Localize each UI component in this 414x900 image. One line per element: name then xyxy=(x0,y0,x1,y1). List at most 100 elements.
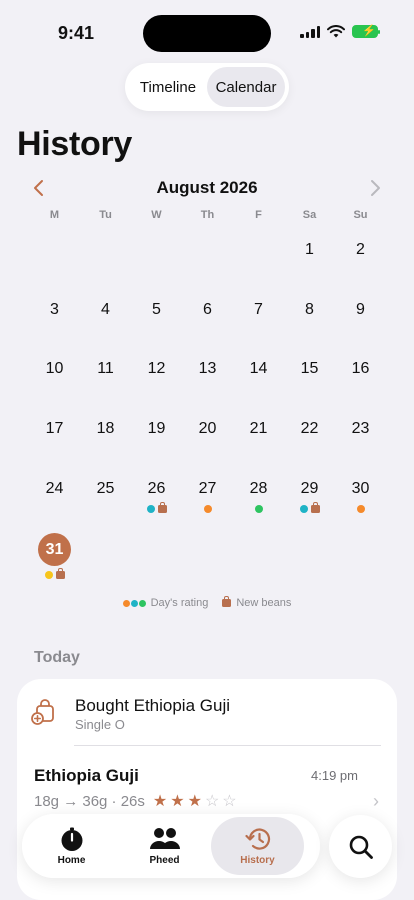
tab-home[interactable]: Home xyxy=(25,817,118,875)
calendar-day-number: 4 xyxy=(101,300,110,318)
calendar-day-marks xyxy=(44,568,65,580)
calendar-day-number: 14 xyxy=(249,360,268,378)
brew-rating-stars: ★ ★ ★ ☆ ☆ xyxy=(153,791,237,811)
tab-bar: Home Pheed History xyxy=(22,814,320,878)
tab-pheed[interactable]: Pheed xyxy=(118,817,211,875)
view-mode-segmented-control: Timeline Calendar xyxy=(125,63,289,111)
weekday-label: W xyxy=(151,209,162,221)
tab-history-label: History xyxy=(240,855,275,866)
rating-dot-icon xyxy=(203,504,212,513)
calendar-day[interactable]: 6 xyxy=(182,284,233,344)
calendar-day-marks xyxy=(254,504,263,514)
calendar-day[interactable]: 19 xyxy=(131,403,182,463)
calendar-day[interactable]: 26 xyxy=(131,463,182,523)
timer-icon xyxy=(61,827,82,851)
calendar-day[interactable]: 12 xyxy=(131,343,182,403)
calendar-day[interactable]: 4 xyxy=(80,284,131,344)
next-month-chevron-icon[interactable] xyxy=(363,176,387,200)
purchase-subtitle: Single O xyxy=(75,717,125,732)
wifi-icon xyxy=(327,25,345,38)
calendar-day[interactable]: 29 xyxy=(284,463,335,523)
calendar-day[interactable]: 3 xyxy=(29,284,80,344)
calendar-day-number: 28 xyxy=(249,479,268,497)
tab-history[interactable]: History xyxy=(211,817,304,875)
chevron-right-icon[interactable]: › xyxy=(373,791,379,812)
calendar-day[interactable]: 2 xyxy=(335,224,386,284)
calendar-day[interactable]: 17 xyxy=(29,403,80,463)
tab-home-label: Home xyxy=(57,855,86,866)
weekday-label: Th xyxy=(200,209,215,221)
calendar-day[interactable]: 22 xyxy=(284,403,335,463)
calendar-day-number: 2 xyxy=(356,241,365,258)
star-filled-icon: ★ xyxy=(187,793,202,810)
legend-beans: New beans xyxy=(222,596,292,609)
calendar-day-number: 27 xyxy=(198,479,217,497)
calendar-day[interactable]: 5 xyxy=(131,284,182,344)
weekday-label: M xyxy=(49,209,60,221)
calendar-day-number: 13 xyxy=(198,360,217,378)
cellular-signal-icon xyxy=(300,25,320,38)
calendar-day-number: 3 xyxy=(50,300,59,318)
battery-charging-icon: ⚡ xyxy=(352,25,380,38)
calendar-day-marks xyxy=(203,504,212,514)
calendar-day[interactable]: 11 xyxy=(80,343,131,403)
calendar-day[interactable]: 28 xyxy=(233,463,284,523)
calendar-day-number: 5 xyxy=(152,300,161,318)
previous-month-chevron-icon[interactable] xyxy=(27,176,51,200)
history-clock-icon xyxy=(244,828,270,850)
calendar-day-number: 15 xyxy=(300,360,319,378)
calendar-day-number: 22 xyxy=(300,420,319,438)
purchase-row[interactable]: Bought Ethiopia Guji Single O xyxy=(17,679,397,745)
calendar-day-marks xyxy=(299,501,320,514)
calendar-day[interactable]: 20 xyxy=(182,403,233,463)
calendar-day[interactable]: 30 xyxy=(335,463,386,523)
rating-dot-icon xyxy=(356,504,365,513)
calendar-day-number: 20 xyxy=(198,420,217,438)
calendar-day[interactable]: 18 xyxy=(80,403,131,463)
calendar-day[interactable]: 1 xyxy=(284,224,335,284)
calendar-day[interactable]: 24 xyxy=(29,463,80,523)
coffee-bag-icon xyxy=(222,596,232,607)
rating-dot-icon xyxy=(299,504,308,513)
search-button[interactable] xyxy=(329,815,392,878)
segment-calendar[interactable]: Calendar xyxy=(207,67,285,107)
calendar-day[interactable]: 15 xyxy=(284,343,335,403)
calendar-day[interactable]: 9 xyxy=(335,284,386,344)
calendar-day-number: 10 xyxy=(45,360,64,378)
calendar-day-number: 9 xyxy=(356,300,365,318)
calendar-day[interactable]: 7 xyxy=(233,284,284,344)
status-time: 9:41 xyxy=(58,23,95,43)
calendar-day[interactable]: 16 xyxy=(335,343,386,403)
calendar-day-marks xyxy=(146,501,167,514)
divider xyxy=(74,745,381,746)
calendar-day-number: 18 xyxy=(96,420,115,438)
calendar-day-grid: 1 2 3 4 5 6 7 8 9 10 11 12 13 14 15 16 17 18 19 20 21 22 23 24 2… xyxy=(29,224,386,582)
brew-detail: 18g → 36g · 26s ★ ★ ★ ☆ ☆ xyxy=(34,791,237,811)
calendar-day[interactable]: 13 xyxy=(182,343,233,403)
coffee-bag-icon xyxy=(310,501,320,513)
calendar-day-number: 1 xyxy=(305,241,314,258)
purchase-title: Bought Ethiopia Guji xyxy=(75,696,230,715)
calendar-day[interactable]: 14 xyxy=(233,343,284,403)
rating-dot-icon xyxy=(122,599,130,607)
status-icons: ⚡ xyxy=(300,25,380,38)
calendar-day[interactable]: 10 xyxy=(29,343,80,403)
rating-dot-icon xyxy=(130,599,138,607)
brew-time: 4:19 pm xyxy=(311,768,358,783)
calendar-day-number: 21 xyxy=(249,420,268,438)
calendar-day-number: 11 xyxy=(97,360,114,378)
calendar-day[interactable]: 8 xyxy=(284,284,335,344)
calendar-day[interactable]: 23 xyxy=(335,403,386,463)
calendar-day[interactable]: 27 xyxy=(182,463,233,523)
calendar-day-number: 23 xyxy=(351,420,370,438)
calendar-day[interactable]: 25 xyxy=(80,463,131,523)
brew-name[interactable]: Ethiopia Guji xyxy=(34,766,139,786)
legend-beans-label: New beans xyxy=(236,597,292,609)
calendar-day[interactable]: 21 xyxy=(233,403,284,463)
calendar-month-title: August 2026 xyxy=(156,178,258,197)
calendar-day-today[interactable]: 31 xyxy=(29,522,80,582)
segment-timeline[interactable]: Timeline xyxy=(129,67,207,107)
status-bar: 9:41 ⚡ xyxy=(0,0,414,60)
legend-rating-label: Day's rating xyxy=(150,597,209,609)
rating-dot-icon xyxy=(146,504,155,513)
